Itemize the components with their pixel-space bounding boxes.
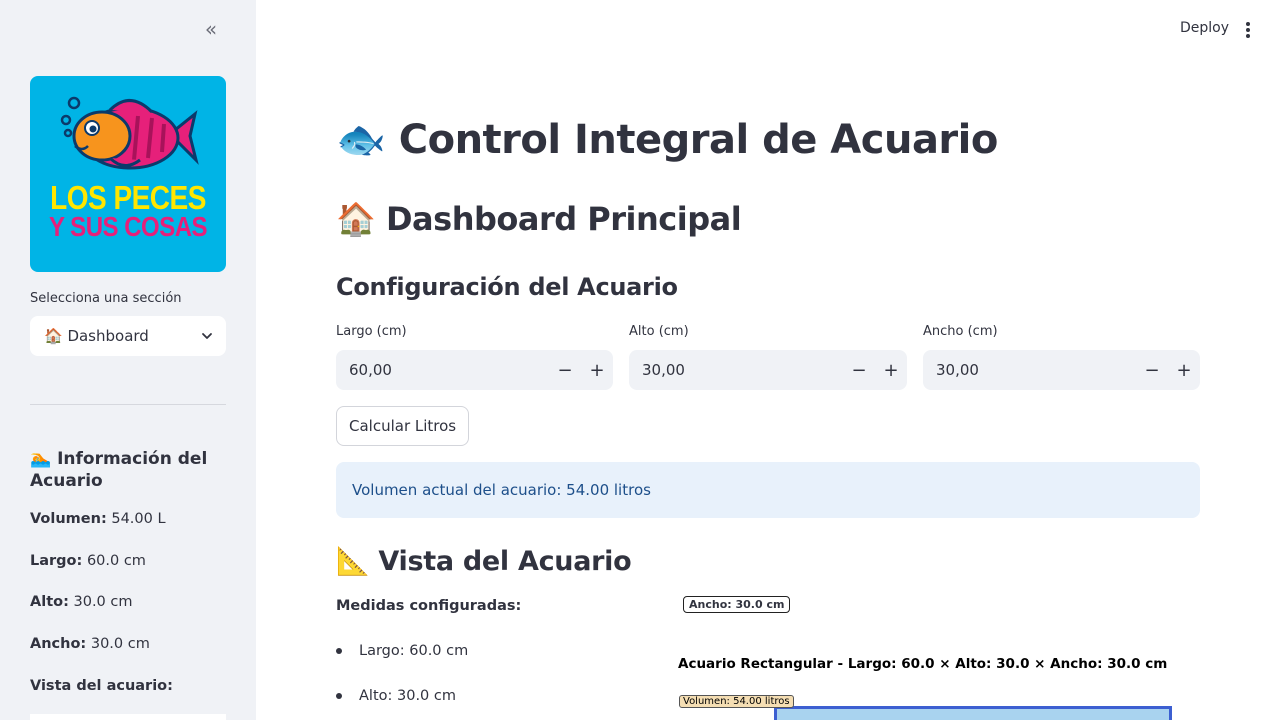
aquarium-plot: Ancho: 30.0 cm Acuario Rectangular - Lar…	[676, 592, 1206, 720]
list-item: Largo: 60.0 cm	[336, 643, 468, 659]
info-title: 🏊 Información del Acuario	[30, 449, 208, 491]
ancho-input[interactable]: 30,00 − +	[923, 350, 1200, 390]
largo-value[interactable]: 60,00	[349, 361, 549, 379]
volume-info-alert: Volumen actual del acuario: 54.00 litros	[336, 462, 1200, 518]
aquarium-thumbnail	[30, 714, 226, 720]
section-select-value: 🏠 Dashboard	[44, 327, 149, 345]
section-select-label: Selecciona una sección	[30, 291, 182, 306]
medida-largo: Largo: 60.0 cm	[359, 643, 469, 659]
vista-heading: 📐 Vista del Acuario	[336, 546, 632, 577]
chevron-down-icon	[202, 333, 212, 339]
kebab-menu-icon[interactable]	[1238, 18, 1258, 42]
largo-increment-button[interactable]: +	[581, 350, 613, 390]
info-largo: Largo: 60.0 cm	[30, 553, 146, 569]
sidebar: « LOS PECES Y SUS COSAS Selecciona una s…	[0, 0, 256, 720]
vista-acuario-label: Vista del acuario:	[30, 678, 173, 694]
bullet	[336, 648, 342, 654]
largo-input[interactable]: 60,00 − +	[336, 350, 613, 390]
bullet	[336, 693, 342, 699]
medida-alto: Alto: 30.0 cm	[359, 688, 456, 704]
ancho-tag: Ancho: 30.0 cm	[683, 596, 791, 613]
section-select[interactable]: 🏠 Dashboard	[30, 316, 226, 356]
info-alto: Alto: 30.0 cm	[30, 594, 133, 610]
ancho-value[interactable]: 30,00	[936, 361, 1136, 379]
ancho-increment-button[interactable]: +	[1168, 350, 1200, 390]
aquarium-tank-shape	[774, 706, 1172, 720]
calcular-litros-button[interactable]: Calcular Litros	[336, 406, 470, 446]
info-value: 54.00 L	[111, 511, 166, 527]
double-chevron-left-icon[interactable]: «	[200, 18, 222, 40]
volume-info-text: Volumen actual del acuario: 54.00 litros	[352, 481, 651, 499]
alto-increment-button[interactable]: +	[875, 350, 907, 390]
info-value: 30.0 cm	[73, 594, 133, 610]
list-item: Alto: 30.0 cm	[336, 688, 456, 704]
config-heading: Configuración del Acuario	[336, 273, 678, 301]
info-value: 30.0 cm	[90, 636, 150, 652]
volume-tag: Volumen: 54.00 litros	[679, 695, 794, 708]
largo-label: Largo (cm)	[336, 324, 407, 339]
alto-decrement-button[interactable]: −	[843, 350, 875, 390]
largo-decrement-button[interactable]: −	[549, 350, 581, 390]
info-key: Largo:	[30, 553, 83, 569]
alto-value[interactable]: 30,00	[642, 361, 843, 379]
alto-input[interactable]: 30,00 − +	[629, 350, 907, 390]
logo: LOS PECES Y SUS COSAS	[30, 76, 226, 272]
plot-title: Acuario Rectangular - Largo: 60.0 × Alto…	[678, 656, 1168, 672]
sidebar-divider	[30, 404, 226, 405]
info-value: 60.0 cm	[86, 553, 146, 569]
fish-logo-icon	[60, 96, 199, 170]
dashboard-heading: 🏠 Dashboard Principal	[336, 200, 742, 238]
ancho-decrement-button[interactable]: −	[1136, 350, 1168, 390]
alto-label: Alto (cm)	[629, 324, 689, 339]
info-key: Volumen:	[30, 511, 107, 527]
info-key: Alto:	[30, 594, 69, 610]
info-volumen: Volumen: 54.00 L	[30, 511, 166, 527]
info-ancho: Ancho: 30.0 cm	[30, 636, 150, 652]
logo-line2: Y SUS COSAS	[48, 211, 208, 243]
ancho-label: Ancho (cm)	[923, 324, 998, 339]
info-key: Ancho:	[30, 636, 87, 652]
deploy-button[interactable]: Deploy	[1172, 18, 1237, 38]
medidas-title: Medidas configuradas:	[336, 598, 522, 614]
page-title: 🐟 Control Integral de Acuario	[336, 117, 998, 163]
